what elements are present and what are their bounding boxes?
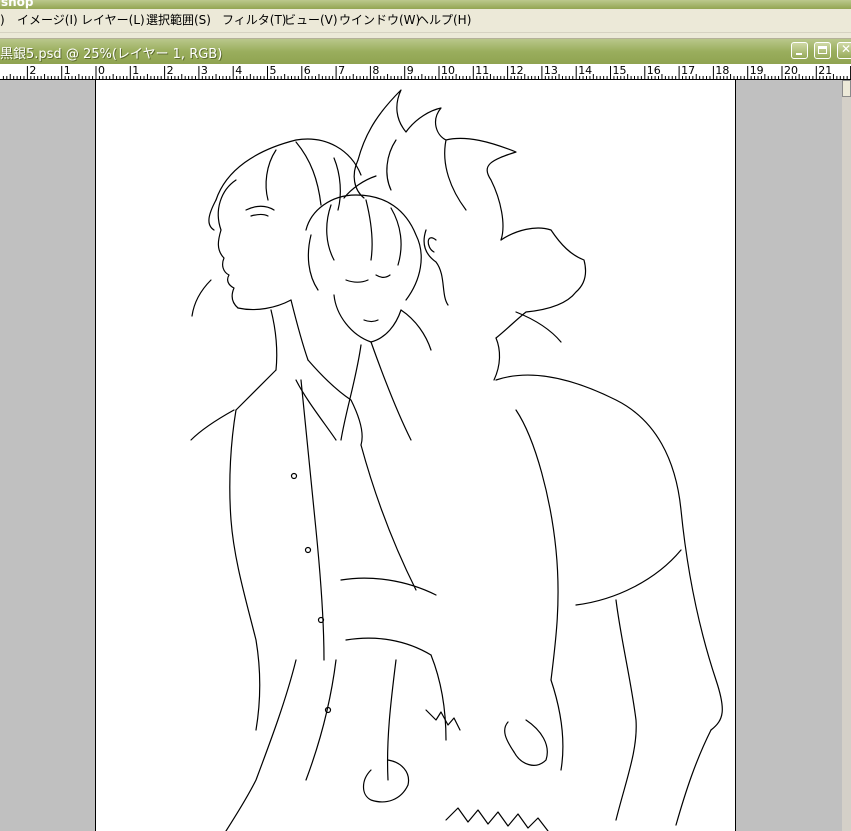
document-titlebar[interactable]: 黒銀5.psd @ 25%(レイヤー 1, RGB) bbox=[0, 39, 851, 64]
app-titlebar: shop bbox=[0, 0, 851, 9]
ruler-label: 16 bbox=[647, 64, 661, 77]
app-title: shop bbox=[1, 0, 34, 9]
ruler-label: 20 bbox=[784, 64, 798, 77]
menu-item-partial[interactable]: ) bbox=[0, 13, 5, 28]
document-canvas[interactable] bbox=[95, 80, 736, 831]
ruler-label: 8 bbox=[372, 64, 379, 77]
ruler-label: 1 bbox=[64, 64, 71, 77]
menu-item-filter[interactable]: フィルタ(T) bbox=[222, 13, 286, 28]
ruler-label: 12 bbox=[510, 64, 524, 77]
ruler-label: 3 bbox=[201, 64, 208, 77]
ruler-label: 2 bbox=[167, 64, 174, 77]
menu-item-image[interactable]: イメージ(I) bbox=[17, 13, 78, 28]
ruler-label: 19 bbox=[750, 64, 764, 77]
ruler-label: 15 bbox=[613, 64, 627, 77]
horizontal-ruler: 2 1 0 1 2 3 4 5 6 7 8 9 10 11 12 13 14 1… bbox=[0, 64, 851, 80]
ruler-label: 0 bbox=[98, 64, 105, 77]
vertical-scrollbar[interactable] bbox=[842, 80, 851, 831]
ruler-label: 21 bbox=[818, 64, 832, 77]
ruler-label: 9 bbox=[407, 64, 414, 77]
ruler-label: 17 bbox=[681, 64, 695, 77]
menu-item-layer[interactable]: レイヤー(L) bbox=[81, 13, 145, 28]
document-title: 黒銀5.psd @ 25%(レイヤー 1, RGB) bbox=[0, 47, 223, 62]
ruler-label: 11 bbox=[475, 64, 489, 77]
ruler-label: 14 bbox=[578, 64, 592, 77]
ruler-label: 6 bbox=[304, 64, 311, 77]
maximize-button[interactable] bbox=[814, 42, 831, 59]
lineart-drawing bbox=[190, 89, 723, 831]
ruler-ticks: 2 1 0 1 2 3 4 5 6 7 8 9 10 11 12 13 14 1… bbox=[2, 64, 851, 79]
ruler-label: 18 bbox=[715, 64, 729, 77]
ruler-label: 2 bbox=[29, 64, 36, 77]
ruler-label: 13 bbox=[544, 64, 558, 77]
minimize-button[interactable] bbox=[791, 42, 808, 59]
ruler-label: 4 bbox=[235, 64, 242, 77]
ruler-label: 10 bbox=[441, 64, 455, 77]
ruler-label: 1 bbox=[132, 64, 139, 77]
menu-item-view[interactable]: ビュー(V) bbox=[284, 13, 338, 28]
menu-bar: ) イメージ(I) レイヤー(L) 選択範囲(S) フィルタ(T) ビュー(V)… bbox=[0, 9, 851, 33]
menu-item-select[interactable]: 選択範囲(S) bbox=[146, 13, 211, 28]
workspace[interactable] bbox=[0, 80, 851, 831]
ruler-label: 7 bbox=[338, 64, 345, 77]
menu-item-help[interactable]: ヘルプ(H) bbox=[417, 13, 471, 28]
menu-item-window[interactable]: ウインドウ(W) bbox=[339, 13, 420, 28]
ruler-label: 5 bbox=[270, 64, 277, 77]
scroll-up-button[interactable] bbox=[842, 80, 851, 97]
close-button[interactable] bbox=[837, 42, 851, 59]
